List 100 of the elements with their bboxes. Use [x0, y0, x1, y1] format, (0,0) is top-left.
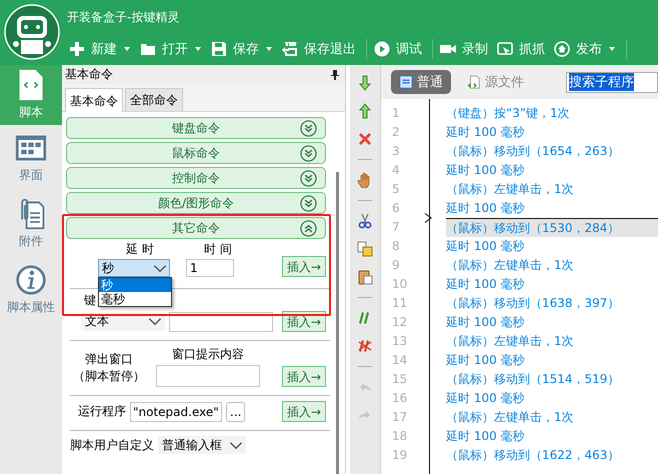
sidebar-item[interactable]: 附件 — [0, 191, 62, 257]
field-label: 窗口提示内容 — [172, 346, 244, 363]
scissors-icon[interactable] — [357, 213, 373, 229]
paste-icon[interactable] — [357, 269, 373, 285]
code-line[interactable]: （键盘）按“3”键，1次 — [430, 104, 658, 123]
code-line[interactable]: 延时 100 毫秒 — [430, 389, 658, 408]
browse-button[interactable]: ... — [226, 402, 246, 422]
command-group-header[interactable]: 控制命令 — [66, 167, 326, 189]
line-number: 13 — [391, 333, 408, 350]
plus-icon — [69, 41, 85, 57]
collapse-icon — [300, 220, 317, 237]
code-line[interactable]: （鼠标）移动到（1654，263） — [430, 142, 658, 161]
time-input-field[interactable]: 1 — [186, 259, 234, 277]
sidebar-item[interactable]: 脚本属性 — [0, 257, 62, 323]
code-line[interactable]: （鼠标）左键单击，1次 — [430, 332, 658, 351]
down-arrow-icon[interactable] — [357, 75, 373, 91]
delete-icon[interactable] — [357, 131, 373, 147]
toolbar-button[interactable]: 调试 — [372, 38, 427, 60]
line-number: 19 — [391, 447, 408, 464]
screen-pointer-icon — [497, 41, 513, 57]
program-input-field[interactable]: "notepad.exe" — [130, 402, 222, 422]
line-number: 2 — [391, 124, 401, 141]
toolbar-button[interactable]: 打开 — [138, 38, 207, 60]
code-line[interactable]: 延时 100 毫秒 — [430, 161, 658, 180]
unit-dropdown[interactable]: 秒 — [98, 259, 170, 277]
scrollbar[interactable] — [336, 172, 339, 474]
command-group-header[interactable]: 其它命令 — [66, 217, 326, 239]
insert-button[interactable]: 插入→ — [282, 311, 326, 332]
save-exit-icon — [282, 41, 298, 57]
line-number: 6 — [391, 200, 401, 217]
line-number: 3 — [391, 143, 401, 160]
line-number: 4 — [391, 162, 401, 179]
toolbar-button[interactable]: 新建 — [67, 38, 136, 60]
code-line[interactable]: 延时 100 毫秒 — [430, 237, 658, 256]
line-number: 9 — [391, 257, 401, 274]
line-number: 10 — [391, 276, 408, 293]
copy-icon[interactable] — [357, 241, 373, 257]
toolbar-button[interactable]: 发布 — [552, 38, 621, 60]
folder-icon — [140, 41, 156, 57]
panel-tab[interactable]: 全部命令 — [125, 88, 183, 111]
line-number: 16 — [391, 390, 408, 407]
field-label: 延时 — [126, 242, 158, 257]
code-line[interactable]: 延时 100 毫秒 — [430, 427, 658, 446]
code-line[interactable]: （鼠标）移动到（1622，463） — [430, 446, 658, 465]
code-line[interactable]: （鼠标）左键单击，1次 — [430, 408, 658, 427]
insert-button[interactable]: 插入→ — [282, 366, 326, 387]
toolbar-button[interactable]: 录制 — [438, 38, 493, 60]
input-type-dropdown[interactable]: 普通输入框 — [158, 436, 246, 454]
line-number: 11 — [391, 295, 408, 312]
line-number: 14 — [391, 352, 408, 369]
code-line[interactable]: （鼠标）移动到（1514，519） — [430, 370, 658, 389]
caret-icon — [151, 264, 169, 272]
sidebar-item[interactable]: 界面 — [0, 125, 62, 191]
code-line[interactable]: 延时 100 毫秒 — [430, 275, 658, 294]
expand-icon — [300, 120, 317, 137]
command-group-header[interactable]: 键盘命令 — [66, 117, 326, 139]
toolbar-button[interactable]: 保存 — [209, 38, 278, 60]
insert-button[interactable]: 插入→ — [282, 256, 326, 277]
field-label: 脚本用户自定义 — [70, 436, 154, 454]
toolbar-button[interactable]: 抓抓 — [495, 38, 550, 60]
view-tab[interactable]: 普通 — [391, 70, 451, 94]
code-line[interactable]: （鼠标）左键单击，1次 — [430, 180, 658, 199]
home-icon — [554, 41, 570, 57]
caret-icon — [227, 440, 245, 450]
pin-icon[interactable] — [331, 70, 339, 80]
code-line[interactable]: 延时 100 毫秒 — [430, 351, 658, 370]
field-label: 键 — [84, 293, 96, 307]
code-line[interactable]: （鼠标）左键单击，1次 — [430, 256, 658, 275]
panel-title: 基本命令 — [65, 66, 113, 83]
insert-button[interactable]: 插入→ — [282, 401, 326, 422]
field-label: 时间 — [204, 242, 236, 257]
code-line[interactable]: 延时 100 毫秒 — [430, 199, 658, 218]
line-number: 5 — [391, 181, 401, 198]
window-title: 开装备盒子-按键精灵 — [67, 9, 180, 26]
text-input-field[interactable] — [169, 312, 273, 332]
line-number: 17 — [391, 409, 408, 426]
code-line[interactable]: 延时 100 毫秒 — [430, 313, 658, 332]
line-number: 8 — [391, 238, 401, 255]
field-label: 运行程序 — [78, 403, 126, 420]
command-group-header[interactable]: 颜色/图形命令 — [66, 192, 326, 214]
panel-tab[interactable]: 基本命令 — [65, 88, 123, 112]
sidebar-item[interactable]: 脚本 — [0, 65, 62, 125]
uncomment-icon[interactable] — [357, 338, 373, 354]
expand-icon — [300, 170, 317, 187]
search-field[interactable]: 搜索子程序 — [566, 72, 658, 92]
code-line[interactable]: （鼠标）移动到（1638，397） — [430, 294, 658, 313]
code-line[interactable]: 延时 100 毫秒 — [430, 123, 658, 142]
dropdown-option[interactable]: 毫秒 — [99, 292, 171, 306]
message-input-field[interactable] — [156, 365, 260, 387]
info-icon — [15, 264, 47, 296]
field-label: 弹出窗口 （脚本暂停） — [72, 351, 146, 385]
expand-icon — [300, 145, 317, 162]
dropdown-option[interactable]: 秒 — [99, 278, 171, 292]
view-tab[interactable]: 源文件 — [459, 70, 532, 94]
command-group-header[interactable]: 鼠标命令 — [66, 142, 326, 164]
line-number: 18 — [391, 428, 408, 445]
line-number: 1 — [391, 105, 401, 122]
caret-icon — [146, 317, 164, 326]
toolbar-button[interactable]: 保存退出 — [280, 38, 361, 60]
up-arrow-icon[interactable] — [357, 103, 373, 119]
